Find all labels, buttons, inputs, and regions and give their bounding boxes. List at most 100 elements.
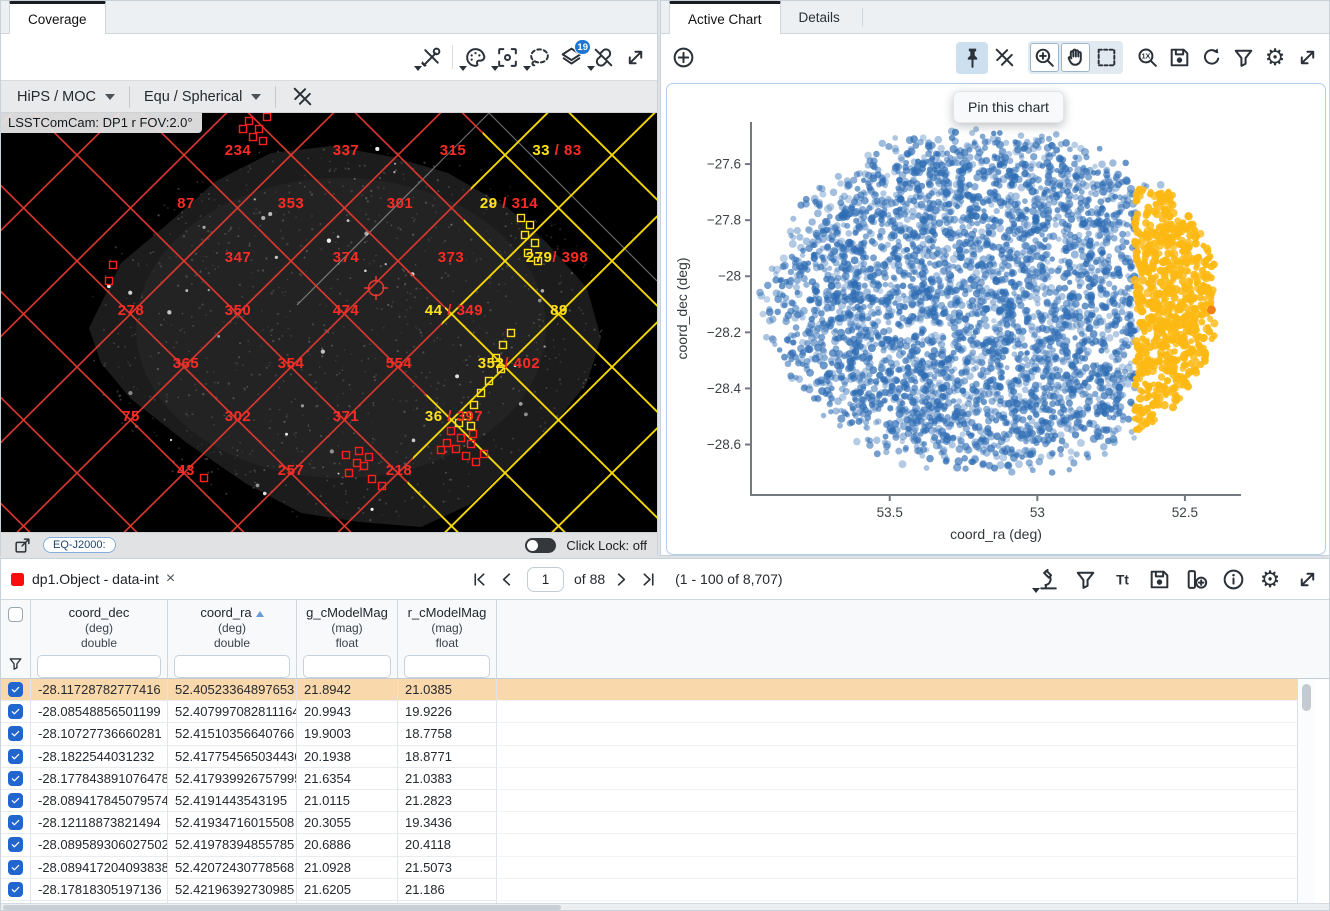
row-checkbox[interactable] bbox=[8, 860, 23, 875]
table-color-swatch[interactable] bbox=[11, 573, 24, 586]
filter-input-g_cModelMag[interactable] bbox=[303, 655, 391, 678]
close-icon[interactable]: × bbox=[166, 571, 175, 587]
text-view-icon[interactable]: Tt bbox=[1106, 563, 1138, 595]
box-select-icon[interactable] bbox=[1092, 43, 1121, 72]
expand-icon[interactable] bbox=[619, 41, 651, 73]
table-row[interactable]: -28.1172878277741652.4052336489765321.89… bbox=[1, 679, 1298, 701]
zoom-1x-icon[interactable]: 1X bbox=[1131, 42, 1163, 74]
grid-off-icon[interactable] bbox=[286, 81, 318, 113]
column-header-g_cModelMag[interactable]: g_cModelMag(mag)float bbox=[297, 600, 398, 678]
settings-icon[interactable]: ⚙ bbox=[1254, 563, 1286, 595]
table-cell: 21.5073 bbox=[398, 857, 497, 879]
tools-icon[interactable] bbox=[414, 41, 446, 73]
info-icon[interactable] bbox=[1217, 563, 1249, 595]
projection-dropdown[interactable]: Equ / Spherical bbox=[140, 89, 265, 105]
color-palette-icon[interactable] bbox=[459, 41, 491, 73]
column-header-coord_dec[interactable]: coord_dec(deg)double bbox=[31, 600, 168, 678]
tile-number-label: 352/ 402 bbox=[478, 355, 540, 372]
row-checkbox[interactable] bbox=[8, 815, 23, 830]
layers-icon[interactable]: 19 bbox=[555, 41, 587, 73]
recenter-icon[interactable] bbox=[491, 41, 523, 73]
last-page-button[interactable] bbox=[638, 569, 659, 590]
coverage-tabstrip: Coverage bbox=[1, 1, 657, 34]
row-checkbox[interactable] bbox=[8, 682, 23, 697]
row-checkbox[interactable] bbox=[8, 726, 23, 741]
row-checkbox[interactable] bbox=[8, 837, 23, 852]
header-select-cell bbox=[1, 600, 31, 678]
scrollbar-thumb[interactable] bbox=[1302, 684, 1311, 711]
vertical-scrollbar[interactable] bbox=[1297, 679, 1315, 904]
click-lock-toggle[interactable] bbox=[525, 538, 556, 553]
sky-image[interactable]: 23433731533 / 838735330129 / 31434737437… bbox=[1, 113, 657, 532]
expand-icon[interactable] bbox=[1291, 42, 1323, 74]
page-input[interactable] bbox=[527, 567, 564, 592]
open-expand-icon[interactable] bbox=[11, 534, 33, 556]
projection-label: Equ / Spherical bbox=[144, 89, 242, 105]
filter-input-coord_dec[interactable] bbox=[37, 655, 161, 678]
table-row[interactable]: -28.1781830519713652.4219639273098521.62… bbox=[1, 879, 1298, 901]
add-column-icon[interactable] bbox=[1180, 563, 1212, 595]
scrollbar-thumb[interactable] bbox=[3, 905, 561, 910]
tile-number-label: 89 bbox=[550, 302, 568, 319]
row-range-label: (1 - 100 of 8,707) bbox=[675, 571, 782, 587]
save-icon[interactable] bbox=[1163, 42, 1195, 74]
table-panel: dp1.Object - data-int × of 88 (1 - 100 o… bbox=[0, 558, 1330, 911]
table-row[interactable]: -28.182254403123252.41775456503443620.19… bbox=[1, 746, 1298, 768]
zoom-in-icon[interactable] bbox=[1030, 43, 1059, 72]
table-cell: -28.08548856501199 bbox=[31, 701, 168, 723]
row-checkbox[interactable] bbox=[8, 749, 23, 764]
table-cell: 20.3055 bbox=[297, 812, 398, 834]
table-row[interactable]: -28.1211887382149452.4193471601550820.30… bbox=[1, 812, 1298, 834]
tile-number-label: 234 bbox=[225, 142, 252, 159]
first-page-button[interactable] bbox=[469, 569, 490, 590]
row-checkbox[interactable] bbox=[8, 771, 23, 786]
hide-trace-icon[interactable] bbox=[988, 42, 1020, 74]
filter-input-r_cModelMag[interactable] bbox=[404, 655, 490, 678]
save-icon[interactable] bbox=[1143, 563, 1175, 595]
table-row[interactable]: -28.0854885650119952.40799708281116420.9… bbox=[1, 701, 1298, 723]
table-row[interactable]: -28.1072773666028152.4151035664076619.90… bbox=[1, 723, 1298, 745]
filter-icon[interactable] bbox=[1227, 42, 1259, 74]
add-chart-icon[interactable] bbox=[667, 42, 699, 74]
table-cell: -28.1822544031232 bbox=[31, 746, 168, 768]
select-all-checkbox[interactable] bbox=[8, 607, 23, 622]
tile-number-label: 257 bbox=[278, 462, 305, 479]
expand-icon[interactable] bbox=[1291, 563, 1323, 595]
tab-active-chart[interactable]: Active Chart bbox=[669, 1, 781, 34]
tile-number-label: 354 bbox=[278, 355, 305, 372]
tab-details[interactable]: Details bbox=[781, 1, 858, 33]
horizontal-scrollbar[interactable] bbox=[1, 903, 1329, 910]
settings-icon[interactable]: ⚙ bbox=[1259, 42, 1291, 74]
unlink-icon[interactable] bbox=[587, 41, 619, 73]
table-row[interactable]: -28.08941720409383852.4207243077856821.0… bbox=[1, 857, 1298, 879]
pin-tooltip: Pin this chart bbox=[953, 91, 1064, 123]
tile-number-label: 29 / 314 bbox=[480, 195, 538, 212]
svg-text:Tt: Tt bbox=[1116, 572, 1129, 587]
table-row[interactable]: -28.08941784507957452.419144354319521.01… bbox=[1, 790, 1298, 812]
hips-moc-dropdown[interactable]: HiPS / MOC bbox=[13, 89, 119, 105]
column-header-r_cModelMag[interactable]: r_cModelMag(mag)float bbox=[398, 600, 497, 678]
pan-hand-icon[interactable] bbox=[1061, 43, 1090, 72]
next-page-button[interactable] bbox=[611, 569, 632, 590]
tile-number-label: 353 bbox=[278, 195, 305, 212]
lasso-select-icon[interactable] bbox=[523, 41, 555, 73]
filter-icon[interactable] bbox=[1069, 563, 1101, 595]
table-row[interactable]: -28.17784389107647852.41793992675799521.… bbox=[1, 768, 1298, 790]
tab-active-chart-label: Active Chart bbox=[688, 12, 762, 27]
search-rows-icon[interactable] bbox=[1032, 563, 1064, 595]
table-row[interactable]: -28.08958930602750252.4197839485578520.6… bbox=[1, 834, 1298, 856]
filter-input-coord_ra[interactable] bbox=[174, 655, 290, 678]
table-cell: -28.089417845079574 bbox=[31, 790, 168, 812]
refresh-icon[interactable] bbox=[1195, 42, 1227, 74]
scatter-chart[interactable] bbox=[667, 84, 1325, 554]
row-checkbox[interactable] bbox=[8, 793, 23, 808]
tab-coverage[interactable]: Coverage bbox=[9, 1, 106, 34]
table-cell: 21.0115 bbox=[297, 790, 398, 812]
row-checkbox[interactable] bbox=[8, 882, 23, 897]
table-cell: 21.6205 bbox=[297, 879, 398, 901]
row-checkbox[interactable] bbox=[8, 704, 23, 719]
table-cell: -28.089417204093838 bbox=[31, 857, 168, 879]
prev-page-button[interactable] bbox=[496, 569, 517, 590]
column-header-coord_ra[interactable]: coord_ra(deg)double bbox=[168, 600, 297, 678]
pin-icon[interactable] bbox=[956, 42, 988, 74]
